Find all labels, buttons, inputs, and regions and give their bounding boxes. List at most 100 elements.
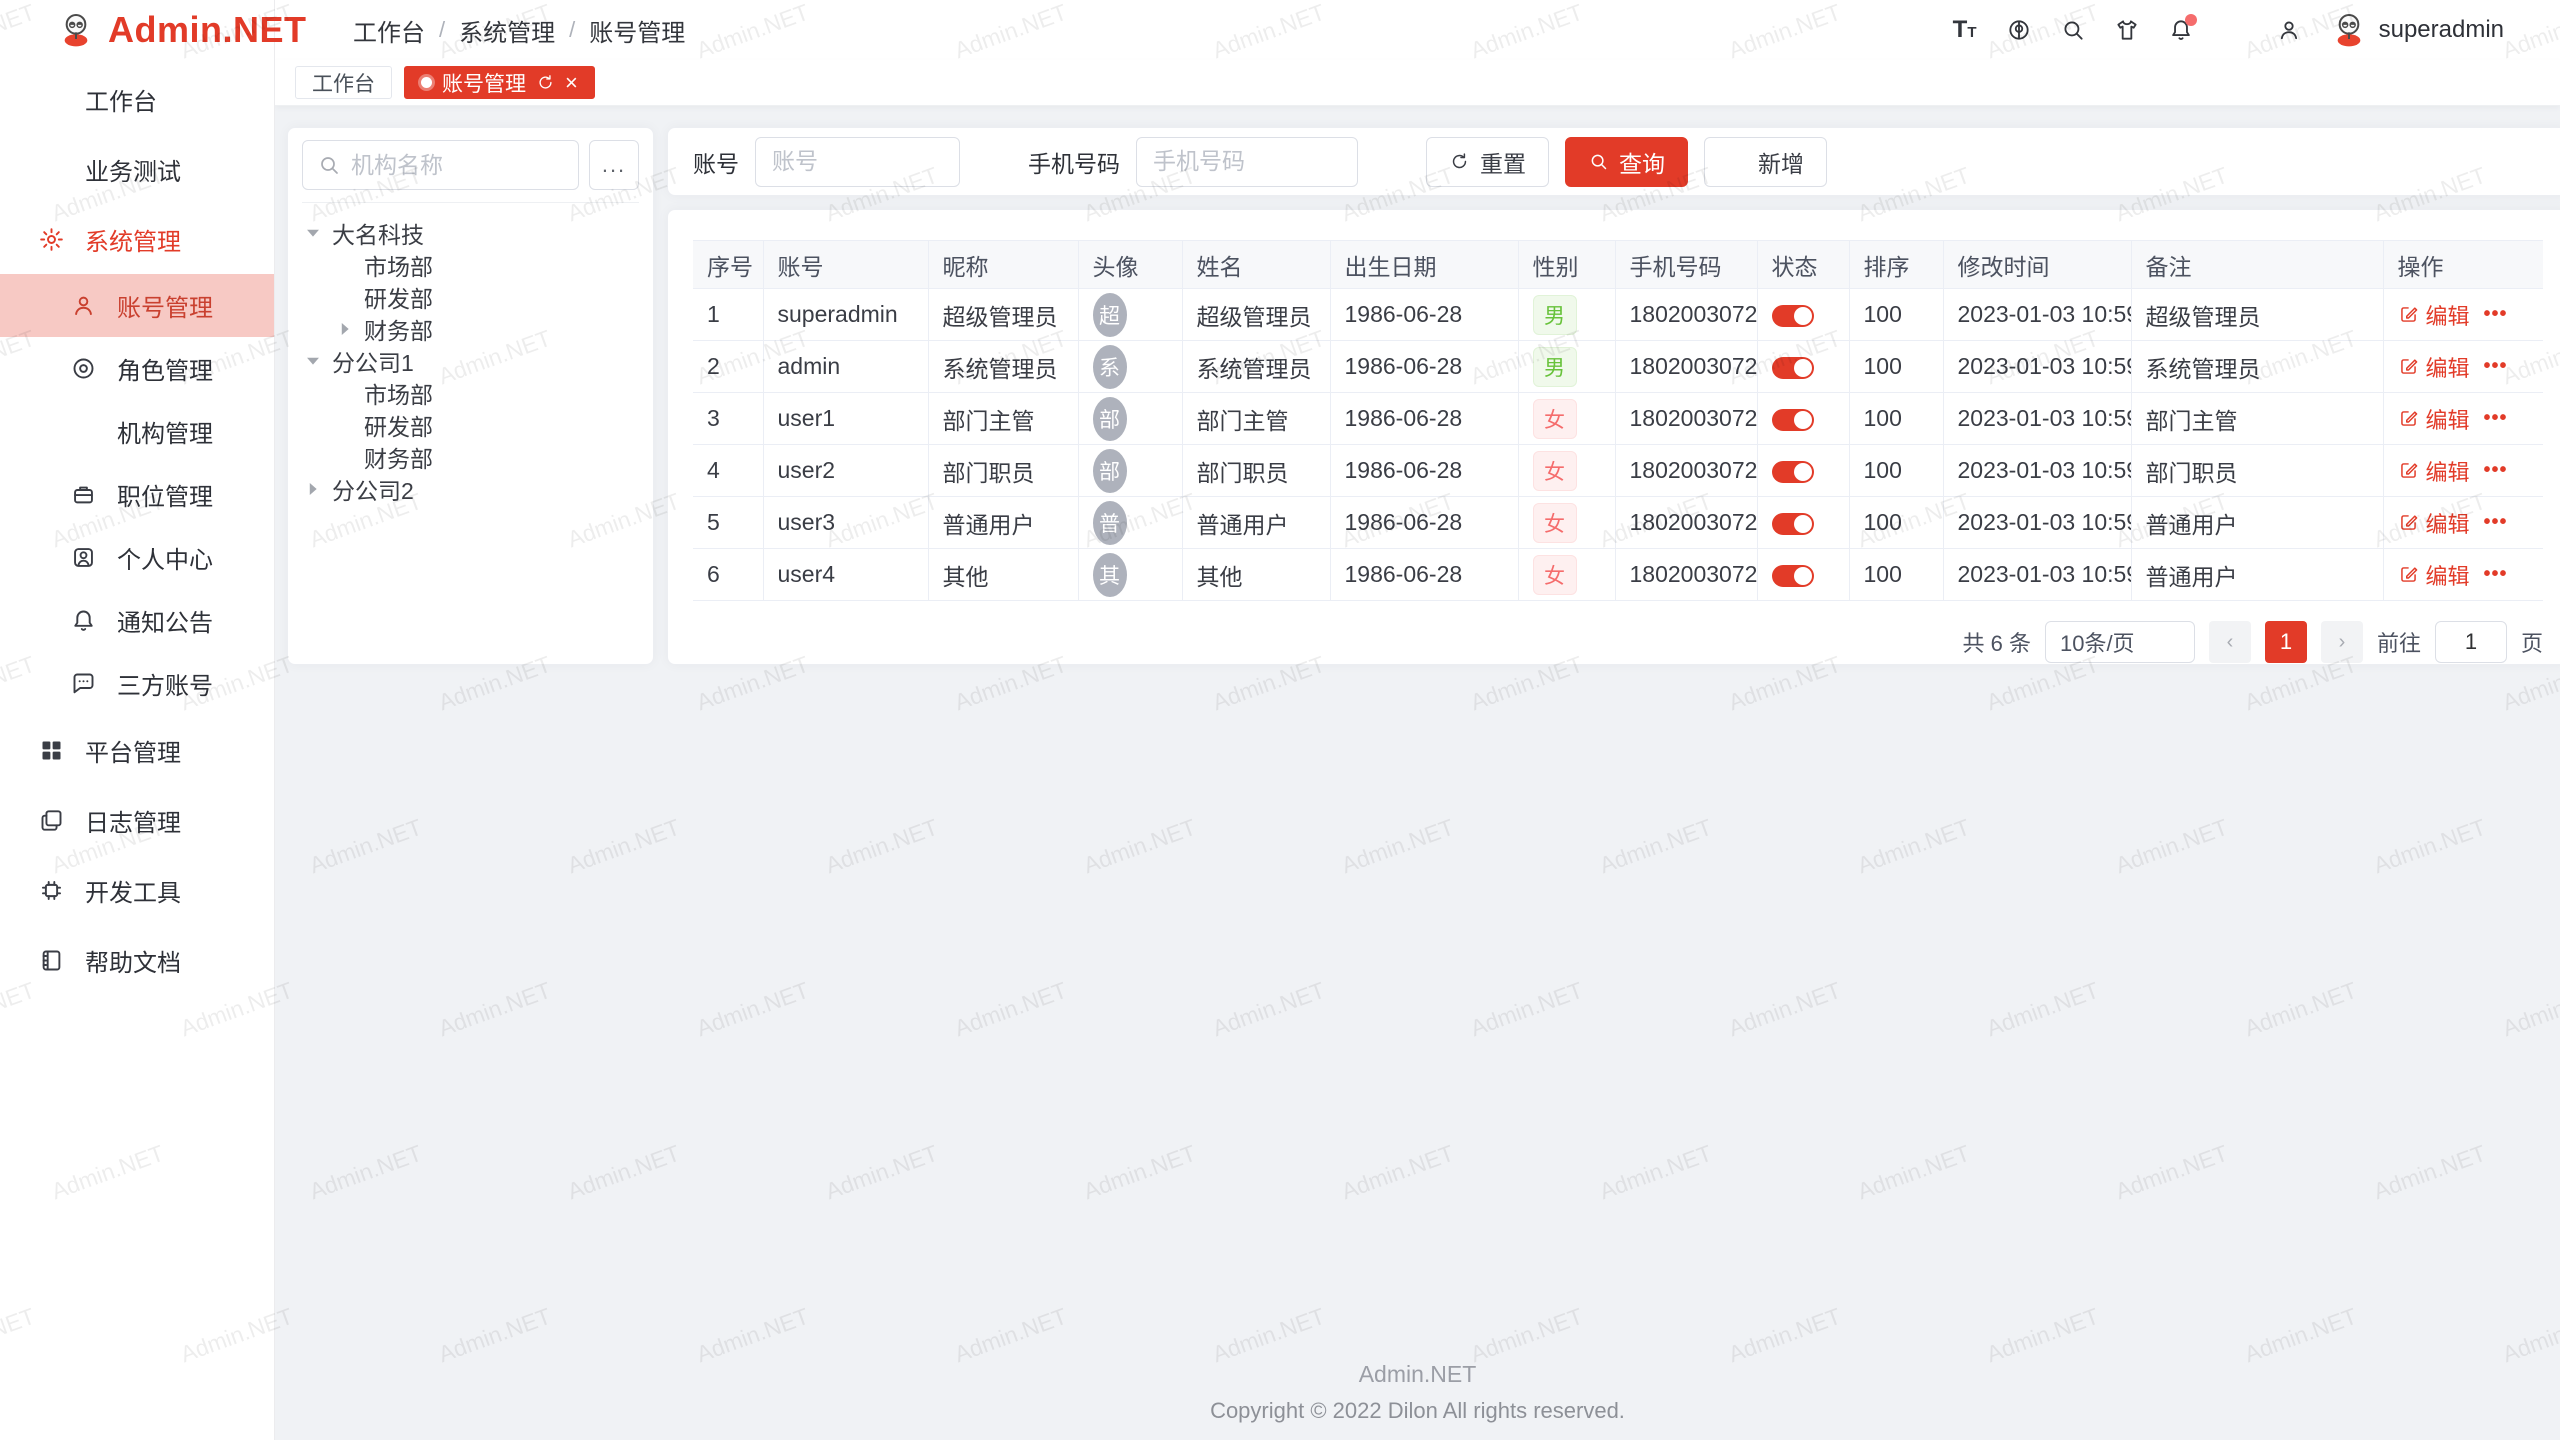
close-tab-icon[interactable]: × <box>565 72 578 94</box>
more-actions-button[interactable]: ••• <box>2484 407 2508 430</box>
profile-icon[interactable] <box>2267 8 2311 52</box>
search-icon[interactable] <box>2051 8 2095 52</box>
app-logo[interactable]: Admin.NET <box>0 0 274 60</box>
prev-page-button[interactable]: ‹ <box>2209 621 2251 663</box>
more-actions-button[interactable]: ••• <box>2484 511 2508 534</box>
add-button[interactable]: M12 5v14M5 12h14 新增 <box>1704 137 1827 187</box>
next-page-button[interactable]: › <box>2321 621 2363 663</box>
tree-arrow-icon[interactable] <box>302 222 324 244</box>
status-toggle[interactable] <box>1772 565 1814 587</box>
tree-node-5[interactable]: 市场部 <box>302 377 639 409</box>
sidebar-item-platform-management[interactable]: 平台管理M6 9.5 12 15l6-5.5 <box>0 715 274 785</box>
tree-node-label: 财务部 <box>364 440 433 474</box>
sidebar-item-dev-tools[interactable]: 开发工具M6 9.5 12 15l6-5.5 <box>0 855 274 925</box>
reset-button[interactable]: 重置 <box>1426 137 1549 187</box>
more-actions-button[interactable]: ••• <box>2484 355 2508 378</box>
row-actions: 编辑 ••• <box>2398 351 2530 383</box>
tab-账号管理[interactable]: 账号管理× <box>404 66 595 99</box>
org-search-input[interactable] <box>351 152 564 179</box>
cell-account: admin <box>763 341 928 393</box>
edit-button[interactable]: 编辑 <box>2398 403 2470 435</box>
tree-node-8[interactable]: 分公司2 <box>302 473 639 505</box>
edit-button[interactable]: 编辑 <box>2398 351 2470 383</box>
edit-button[interactable]: 编辑 <box>2398 559 2470 591</box>
phone-input[interactable] <box>1136 137 1358 187</box>
tree-node-1[interactable]: 市场部 <box>302 249 639 281</box>
cell-birth: 1986-06-28 <box>1330 289 1518 341</box>
tree-node-3[interactable]: 财务部 <box>302 313 639 345</box>
log-icon <box>38 807 65 834</box>
user-menu[interactable]: superadmin M6 9.5 12 15l6-5.5 <box>2329 10 2532 50</box>
cell-sort: 100 <box>1849 445 1943 497</box>
cell-nickname: 系统管理员 <box>928 341 1078 393</box>
edit-button[interactable]: 编辑 <box>2398 507 2470 539</box>
tree-more-button[interactable]: ... <box>589 140 639 190</box>
refresh-icon <box>536 73 555 92</box>
sidebar-item-position-management[interactable]: 职位管理 <box>0 463 274 526</box>
edit-button[interactable]: 编辑 <box>2398 455 2470 487</box>
tree-node-2[interactable]: 研发部 <box>302 281 639 313</box>
font-size-icon[interactable]: TT <box>1943 8 1987 52</box>
gender-tag: 女 <box>1533 555 1577 595</box>
language-icon[interactable] <box>1997 8 2041 52</box>
more-actions-button[interactable]: ••• <box>2484 303 2508 326</box>
sidebar-item-notice[interactable]: 通知公告 <box>0 589 274 652</box>
status-toggle[interactable] <box>1772 513 1814 535</box>
sidebar-item-label: 通知公告 <box>117 603 248 638</box>
tree-arrow-icon[interactable] <box>302 478 324 500</box>
query-button[interactable]: 查询 <box>1565 137 1688 187</box>
sidebar-item-org-management[interactable]: M6 20V5.5h8V20M14 9.5h4.5V20M3.5 20h17M8… <box>0 400 274 463</box>
collapse-menu-icon[interactable]: M4 6h16M4 12h16M4 18h16 <box>303 16 331 44</box>
tree-node-4[interactable]: 分公司1 <box>302 345 639 377</box>
sidebar-item-personal-center[interactable]: 个人中心 <box>0 526 274 589</box>
account-input[interactable] <box>755 137 960 187</box>
cell-phone: 18020030720 <box>1615 549 1757 601</box>
goto-page-input[interactable] <box>2435 621 2507 663</box>
footer-title: Admin.NET <box>275 1361 2560 1388</box>
more-actions-button[interactable]: ••• <box>2484 563 2508 586</box>
page-size-select[interactable]: 10条/页 M6 9.5 12 15l6-5.5 <box>2045 621 2195 663</box>
filter-bar: 账号 手机号码 重置 查询 M12 5v14M5 12h1 <box>667 127 2560 196</box>
sidebar-item-log-management[interactable]: 日志管理M6 9.5 12 15l6-5.5 <box>0 785 274 855</box>
sidebar-item-third-party-account[interactable]: 三方账号 <box>0 652 274 715</box>
sidebar-item-account-management[interactable]: 账号管理 <box>0 274 274 337</box>
cell-seq: 5 <box>693 497 763 549</box>
header-toolbar: TT M4 9V4h5M15 4h5v5M20 15v5h-5M9 20H4v-5… <box>1943 8 2532 52</box>
tab-工作台[interactable]: 工作台 <box>295 66 392 99</box>
status-toggle[interactable] <box>1772 305 1814 327</box>
sidebar-item-help-docs[interactable]: 帮助文档M6 9.5 12 15l6-5.5 <box>0 925 274 995</box>
breadcrumb-item[interactable]: 工作台 <box>353 13 425 48</box>
chevron-up-icon: M6 14.5 12 9l6 5.5 <box>229 230 248 249</box>
cell-ops: 编辑 ••• <box>2383 341 2543 393</box>
breadcrumb-item[interactable]: 账号管理 <box>589 13 685 48</box>
cell-sort: 100 <box>1849 497 1943 549</box>
sidebar-item-business-test[interactable]: M21 3.5 3.5 10.6l7.1 2.4 2.4 7.1L21 3.5z… <box>0 134 274 204</box>
tree-node-0[interactable]: 大名科技 <box>302 217 639 249</box>
tree-arrow-icon[interactable] <box>302 350 324 372</box>
status-toggle[interactable] <box>1772 409 1814 431</box>
tree-node-7[interactable]: 财务部 <box>302 441 639 473</box>
more-actions-button[interactable]: ••• <box>2484 459 2508 482</box>
cell-status <box>1757 341 1849 393</box>
theme-icon[interactable] <box>2105 8 2149 52</box>
status-toggle[interactable] <box>1772 357 1814 379</box>
cell-birth: 1986-06-28 <box>1330 341 1518 393</box>
fullscreen-icon[interactable]: M4 9V4h5M15 4h5v5M20 15v5h-5M9 20H4v-5 <box>2213 8 2257 52</box>
status-toggle[interactable] <box>1772 461 1814 483</box>
tree-node-label: 分公司2 <box>332 472 414 506</box>
user-name: superadmin <box>2379 16 2504 44</box>
breadcrumb-item[interactable]: 系统管理 <box>459 13 555 48</box>
sidebar-item-role-management[interactable]: 角色管理 <box>0 337 274 400</box>
sidebar-item-workbench[interactable]: M4 11.6 12 4.6l8 7M6.6 10.2V19.4h10.8V10… <box>0 64 274 134</box>
notification-icon[interactable] <box>2159 8 2203 52</box>
cell-gender: 女 <box>1518 497 1615 549</box>
edit-button[interactable]: 编辑 <box>2398 299 2470 331</box>
cell-sort: 100 <box>1849 341 1943 393</box>
tree-node-6[interactable]: 研发部 <box>302 409 639 441</box>
sidebar-item-system-management[interactable]: 系统管理M6 14.5 12 9l6 5.5 <box>0 204 274 274</box>
current-page-button[interactable]: 1 <box>2265 621 2307 663</box>
chevron-down-icon: M6 9.5 12 15l6-5.5 <box>2514 21 2532 39</box>
tree-node-label: 研发部 <box>364 280 433 314</box>
sidebar-item-label: 角色管理 <box>117 351 248 386</box>
tree-arrow-icon[interactable] <box>334 318 356 340</box>
